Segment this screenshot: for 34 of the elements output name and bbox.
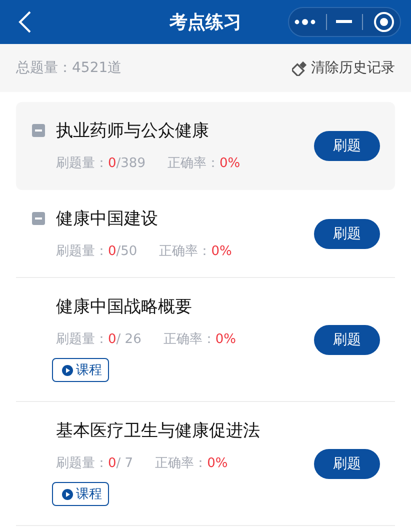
back-icon[interactable] xyxy=(18,10,32,34)
list-item[interactable]: 基本医疗卫生与健康促进法 刷题量：0/ 7 正确率：0% 课程 刷题 xyxy=(16,402,395,526)
brush-icon xyxy=(292,60,307,76)
collapse-icon[interactable] xyxy=(32,124,45,137)
close-icon[interactable] xyxy=(373,11,396,33)
item-title: 执业药师与公众健康 xyxy=(56,120,209,142)
play-icon xyxy=(62,364,73,376)
page-title: 考点练习 xyxy=(170,11,242,34)
practice-button[interactable]: 刷题 xyxy=(314,448,380,478)
accuracy-rate: 正确率：0% xyxy=(163,331,236,348)
item-title: 健康中国战略概要 xyxy=(56,296,192,318)
selected-item-card[interactable]: 执业药师与公众健康 刷题量：0/389 正确率：0% 刷题 xyxy=(16,102,395,190)
practice-button[interactable]: 刷题 xyxy=(314,130,380,160)
more-icon[interactable] xyxy=(294,18,316,26)
accuracy-rate: 正确率：0% xyxy=(155,455,228,472)
collapse-icon[interactable] xyxy=(32,212,45,225)
minimize-icon[interactable] xyxy=(336,20,352,24)
practice-button[interactable]: 刷题 xyxy=(314,218,380,248)
practice-count: 刷题量：0/ 7 xyxy=(56,455,134,472)
total-count: 总题量：4521道 xyxy=(16,59,122,77)
course-button[interactable]: 课程 xyxy=(52,482,109,506)
clear-history-button[interactable]: 清除历史记录 xyxy=(292,59,395,77)
practice-button[interactable]: 刷题 xyxy=(314,324,380,354)
course-button[interactable]: 课程 xyxy=(52,358,109,382)
item-title: 基本医疗卫生与健康促进法 xyxy=(56,420,260,442)
list-item[interactable]: 健康中国建设 刷题量：0/50 正确率：0% 刷题 xyxy=(16,190,395,278)
play-icon xyxy=(62,488,73,500)
accuracy-rate: 正确率：0% xyxy=(167,155,240,172)
list-item[interactable]: 健康中国战略概要 刷题量：0/ 26 正确率：0% 课程 刷题 xyxy=(16,278,395,402)
practice-count: 刷题量：0/389 xyxy=(56,155,146,172)
practice-count: 刷题量：0/50 xyxy=(56,243,138,260)
accuracy-rate: 正确率：0% xyxy=(159,243,232,260)
practice-count: 刷题量：0/ 26 xyxy=(56,331,142,348)
item-title: 健康中国建设 xyxy=(56,208,158,230)
